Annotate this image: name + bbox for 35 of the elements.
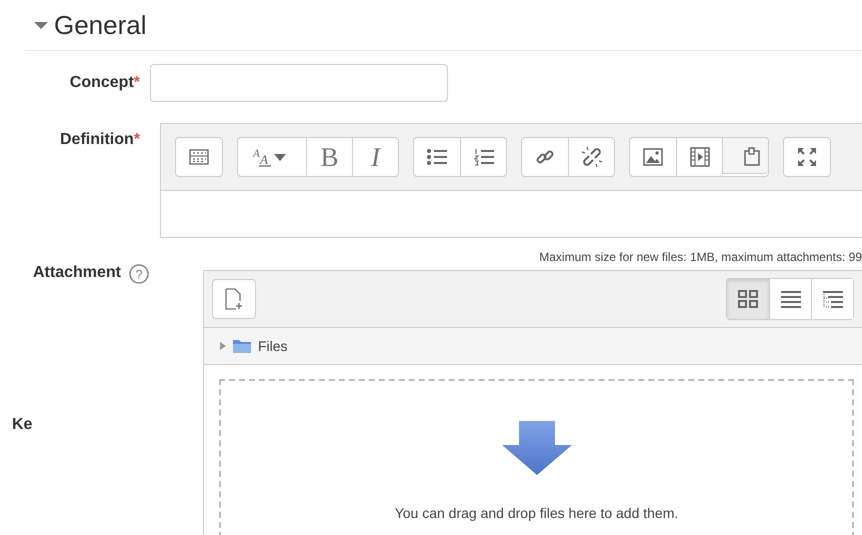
film-icon [690, 147, 710, 167]
numbered-list-icon [472, 148, 494, 166]
files-button[interactable] [722, 138, 768, 174]
file-limits-text: Maximum size for new files: 1MB, maximum attachments: 99 [539, 250, 862, 264]
field-label: Ke [12, 416, 32, 434]
view-button[interactable] [727, 279, 769, 319]
numbers-button[interactable] [460, 138, 506, 176]
list-view-icon [780, 290, 802, 308]
collapse-icon[interactable] [34, 22, 48, 28]
view-button[interactable] [811, 279, 853, 319]
unlink-button[interactable] [568, 138, 614, 176]
view-button[interactable] [769, 279, 811, 319]
add-file-icon [225, 288, 243, 310]
folder-label[interactable]: Files [258, 338, 288, 354]
expand-icon[interactable] [220, 342, 226, 350]
field-label: Definition* [59, 130, 141, 150]
down-arrow-icon [502, 421, 572, 475]
grid-view-icon [738, 290, 758, 308]
drop-hint: You can drag and drop files here to add them. [394, 505, 678, 521]
keyboard-icon [189, 149, 209, 165]
fullscreen-icon [797, 147, 817, 167]
input-field[interactable] [150, 64, 448, 102]
bullet-list-icon [426, 148, 448, 166]
drop-zone[interactable]: You can drag and drop files here to add them. [219, 379, 854, 535]
image-icon [643, 148, 663, 166]
document-icon [742, 146, 760, 166]
folder-icon [232, 338, 252, 354]
section-title: General [54, 10, 146, 40]
field-label: Attachment [33, 264, 122, 282]
tree-view-icon [822, 290, 844, 308]
field-label: Concept* [68, 74, 141, 92]
italic-button[interactable]: I [352, 138, 398, 176]
unlink-icon [580, 146, 602, 168]
add-file-button[interactable] [212, 279, 256, 319]
help-icon[interactable]: ? [129, 264, 150, 284]
